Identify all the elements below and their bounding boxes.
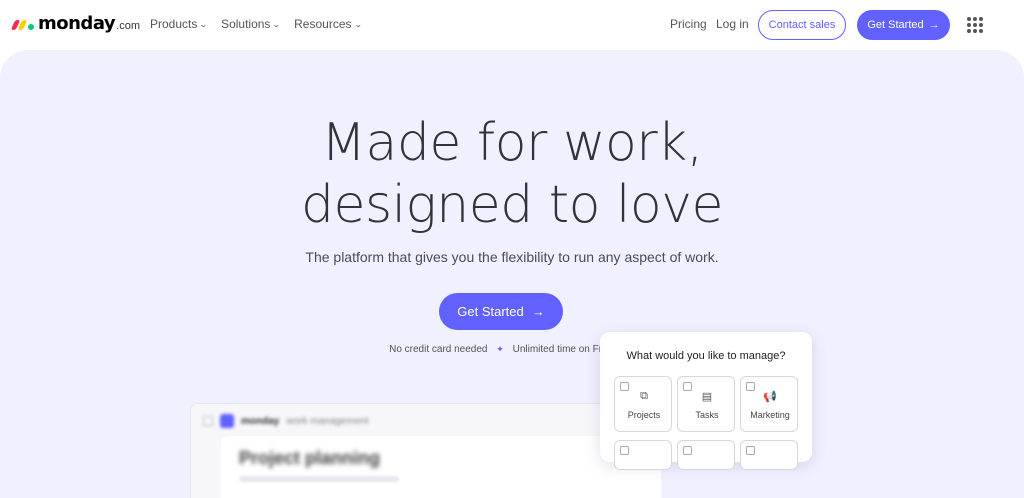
logo-wordmark: monday	[38, 13, 116, 34]
menu-solutions[interactable]: Solutions ⌄	[221, 17, 282, 31]
option-tasks[interactable]: ▤ Tasks	[677, 376, 735, 432]
option-tasks-label: Tasks	[695, 410, 719, 420]
sparkle-icon: ✦	[496, 344, 504, 354]
contact-sales-button[interactable]: Contact sales	[758, 10, 846, 40]
checkbox[interactable]	[746, 446, 755, 455]
chevron-down-icon: ⌄	[272, 19, 282, 29]
preview-brand-sub: work management	[286, 415, 369, 427]
option-marketing-label: Marketing	[750, 410, 790, 420]
hero-note: No credit card needed ✦ Unlimited time o…	[0, 344, 1024, 355]
manage-selector-card: What would you like to manage? ⧉ Project…	[600, 332, 812, 470]
main-menu: Products ⌄ Solutions ⌄ Resources ⌄	[150, 17, 363, 31]
no-credit-card-note: No credit card needed	[389, 344, 488, 355]
option-more-2[interactable]	[677, 440, 735, 470]
chevron-down-icon: ⌄	[353, 19, 363, 29]
arrow-right-icon: →	[928, 19, 940, 31]
hero-get-started-label: Get Started	[457, 304, 524, 319]
option-projects[interactable]: ⧉ Projects	[614, 376, 672, 432]
menu-solutions-label: Solutions	[221, 17, 271, 31]
preview-board: Project planning	[221, 436, 661, 498]
nav-get-started-label: Get Started	[867, 19, 924, 31]
checkbox[interactable]	[620, 446, 629, 455]
menu-products-label: Products	[150, 17, 198, 31]
top-navigation: monday .com Products ⌄ Solutions ⌄ Resou…	[0, 0, 1024, 50]
option-projects-label: Projects	[627, 410, 661, 420]
projects-icon: ⧉	[640, 390, 648, 402]
manage-question: What would you like to manage?	[626, 350, 786, 362]
chevron-down-icon: ⌄	[199, 19, 209, 29]
login-link[interactable]: Log in	[716, 17, 749, 31]
monday-logo-icon	[10, 18, 35, 30]
preview-board-title: Project planning	[239, 448, 381, 468]
arrow-right-icon: →	[531, 304, 545, 319]
product-preview: monday work management Project planning	[190, 403, 661, 498]
preview-placeholder-line	[239, 476, 399, 482]
menu-products[interactable]: Products ⌄	[150, 17, 209, 31]
workspace-logo-icon	[220, 414, 234, 428]
monday-logo[interactable]: monday .com	[10, 13, 140, 34]
option-marketing[interactable]: 📢 Marketing	[740, 376, 798, 432]
menu-resources[interactable]: Resources ⌄	[294, 17, 363, 31]
apps-grid-icon[interactable]	[967, 17, 983, 33]
hero-subtitle: The platform that gives you the flexibil…	[305, 249, 719, 265]
megaphone-icon: 📢	[763, 391, 777, 403]
nav-get-started-button[interactable]: Get Started →	[857, 10, 950, 40]
tasks-icon: ▤	[701, 391, 713, 403]
menu-resources-label: Resources	[294, 17, 352, 31]
logo-suffix: .com	[116, 19, 140, 32]
option-more-3[interactable]	[740, 440, 798, 470]
pricing-link[interactable]: Pricing	[670, 17, 707, 31]
hero-title-line-1: Made for work,	[321, 113, 703, 173]
hero-title-line-2: designed to love	[301, 175, 724, 235]
menu-icon	[203, 416, 213, 426]
hero-get-started-button[interactable]: Get Started →	[439, 293, 563, 330]
hero-title: Made for work, designed to love	[0, 112, 1024, 236]
preview-header: monday work management	[203, 414, 369, 428]
option-more-1[interactable]	[614, 440, 672, 470]
preview-brand: monday	[241, 415, 280, 427]
hero-section: Made for work, designed to love The plat…	[0, 50, 1024, 498]
checkbox[interactable]	[683, 446, 692, 455]
